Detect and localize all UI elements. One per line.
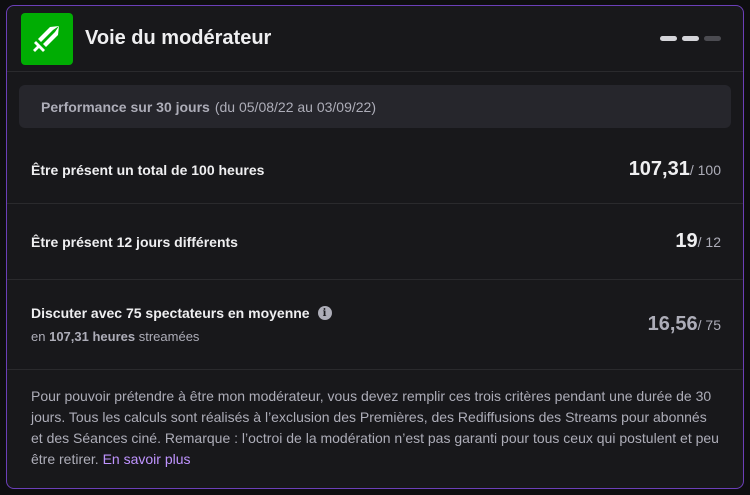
sword-icon (21, 12, 73, 65)
step-indicator (660, 36, 677, 41)
criterion-label: Discuter avec 75 spectateurs en moyenne (31, 305, 310, 321)
criterion-total: / 100 (689, 162, 721, 178)
criterion-label: Être présent 12 jours différents (31, 233, 238, 250)
criterion-row: Être présent 12 jours différents 19/ 12 (7, 204, 743, 280)
step-progress (660, 36, 721, 41)
info-icon[interactable]: i (317, 306, 332, 320)
criterion-total: / 12 (697, 234, 721, 250)
footer-note: Pour pouvoir prétendre à être mon modéra… (7, 370, 743, 470)
criterion-row: Être présent un total de 100 heures 107,… (7, 128, 743, 204)
step-indicator (704, 36, 721, 41)
criterion-value: 107,31 (628, 158, 690, 180)
period-label: Performance sur 30 jours (41, 98, 210, 115)
period-banner: Performance sur 30 jours (du 05/08/22 au… (19, 85, 731, 128)
card-header: Voie du modérateur (7, 6, 743, 72)
criterion-label: Être présent un total de 100 heures (31, 161, 265, 178)
step-indicator (682, 36, 699, 41)
criterion-row: Discuter avec 75 spectateurs en moyenne … (7, 280, 743, 370)
moderator-path-card: Voie du modérateur Performance sur 30 jo… (6, 5, 744, 489)
criterion-value: 16,56 (647, 313, 698, 335)
criterion-subtext: en 107,31 heures streamées (31, 329, 200, 344)
criterion-value: 19 (675, 230, 698, 252)
criterion-total: / 75 (697, 317, 721, 333)
page-title: Voie du modérateur (85, 27, 272, 49)
period-range: (du 05/08/22 au 03/09/22) (214, 98, 376, 115)
learn-more-link[interactable]: En savoir plus (103, 451, 191, 467)
